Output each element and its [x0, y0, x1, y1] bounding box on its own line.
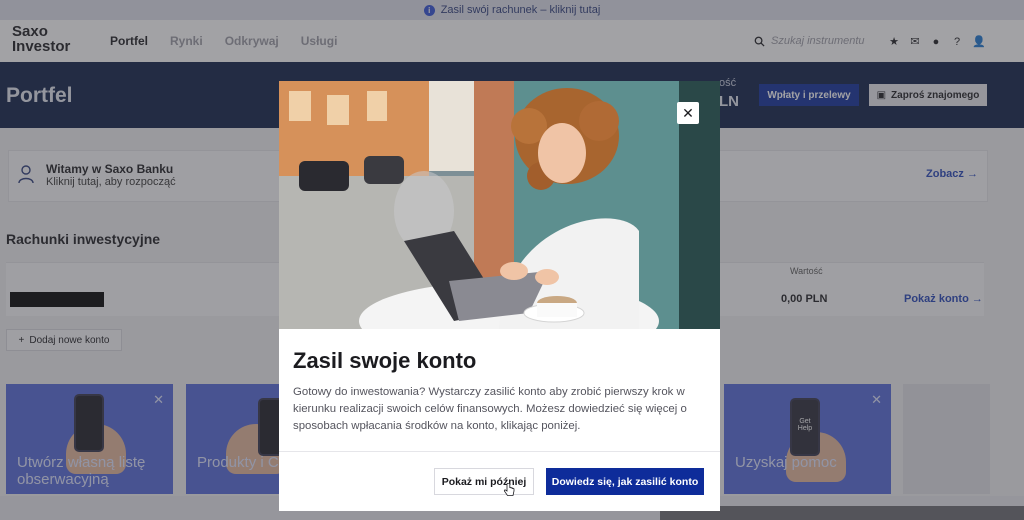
modal-title: Zasil swoje konto — [293, 348, 477, 373]
show-later-button[interactable]: Pokaż mi później — [434, 468, 534, 495]
woman-with-laptop-photo — [279, 81, 720, 329]
learn-how-to-fund-button[interactable]: Dowiedz się, jak zasilić konto — [546, 468, 704, 495]
modal-body-text: Gotowy do inwestowania? Wystarczy zasili… — [293, 386, 687, 432]
hand-cursor-icon — [503, 483, 515, 496]
fund-account-modal: ✕ Zasil swoje konto Gotowy do inwestowan… — [279, 81, 720, 511]
close-icon: ✕ — [682, 104, 694, 121]
close-modal-button[interactable]: ✕ — [677, 102, 699, 124]
modal-divider — [279, 451, 720, 452]
